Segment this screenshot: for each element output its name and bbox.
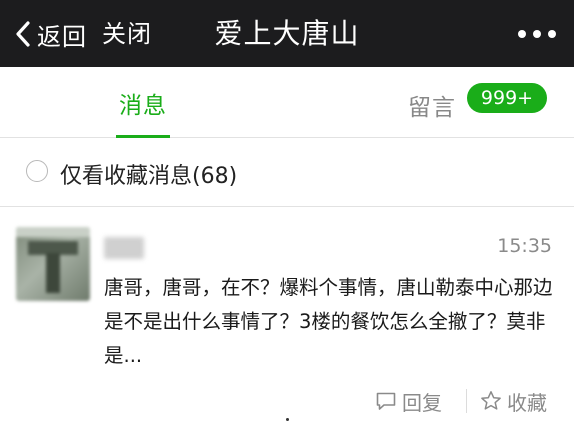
message-actions: 回复 收藏 (0, 384, 574, 418)
message-body: 唐哥，唐哥，在不？爆料个事情，唐山勒泰中心那边是不是出什么事情了？3楼的餐饮怎么… (104, 276, 553, 367)
favorites-only-radio[interactable] (26, 160, 48, 182)
close-button[interactable]: 关闭 (102, 16, 152, 52)
favorite-label: 收藏 (507, 390, 547, 415)
reply-button[interactable]: 回复 (375, 384, 442, 418)
more-dots-icon (533, 30, 541, 38)
tab-messages-label: 消息 (119, 93, 167, 119)
chevron-left-icon (16, 21, 30, 47)
more-dots-icon (548, 30, 556, 38)
avatar[interactable] (16, 227, 90, 301)
comment-icon (376, 392, 396, 410)
reply-label: 回复 (402, 390, 442, 415)
scroll-indicator-dot (286, 418, 289, 421)
sender-name-blurred (104, 237, 144, 259)
favorites-filter-row: 仅看收藏消息(68) (0, 138, 574, 207)
tab-comments-label: 留言 (408, 95, 456, 121)
back-label: 返回 (37, 22, 87, 51)
message-item: 15:35 唐哥，唐哥，在不？爆料个事情，唐山勒泰中心那边是不是出什么事情了？3… (0, 207, 574, 426)
tab-bar: 消息 留言 999+ (0, 67, 574, 138)
back-button[interactable]: 返回 (14, 16, 87, 52)
more-dots-icon (518, 30, 526, 38)
action-divider (466, 389, 467, 413)
favorites-filter-label[interactable]: 仅看收藏消息(68) (60, 158, 237, 190)
tab-messages[interactable]: 消息 (112, 67, 174, 138)
star-icon (481, 391, 501, 410)
top-navbar: 返回 关闭 爱上大唐山 (0, 0, 574, 67)
message-time: 15:35 (497, 235, 552, 257)
tab-comments[interactable]: 留言 999+ (408, 67, 558, 137)
comments-count-badge: 999+ (467, 83, 547, 113)
more-menu-button[interactable] (518, 22, 556, 46)
favorite-button[interactable]: 收藏 (480, 384, 547, 418)
